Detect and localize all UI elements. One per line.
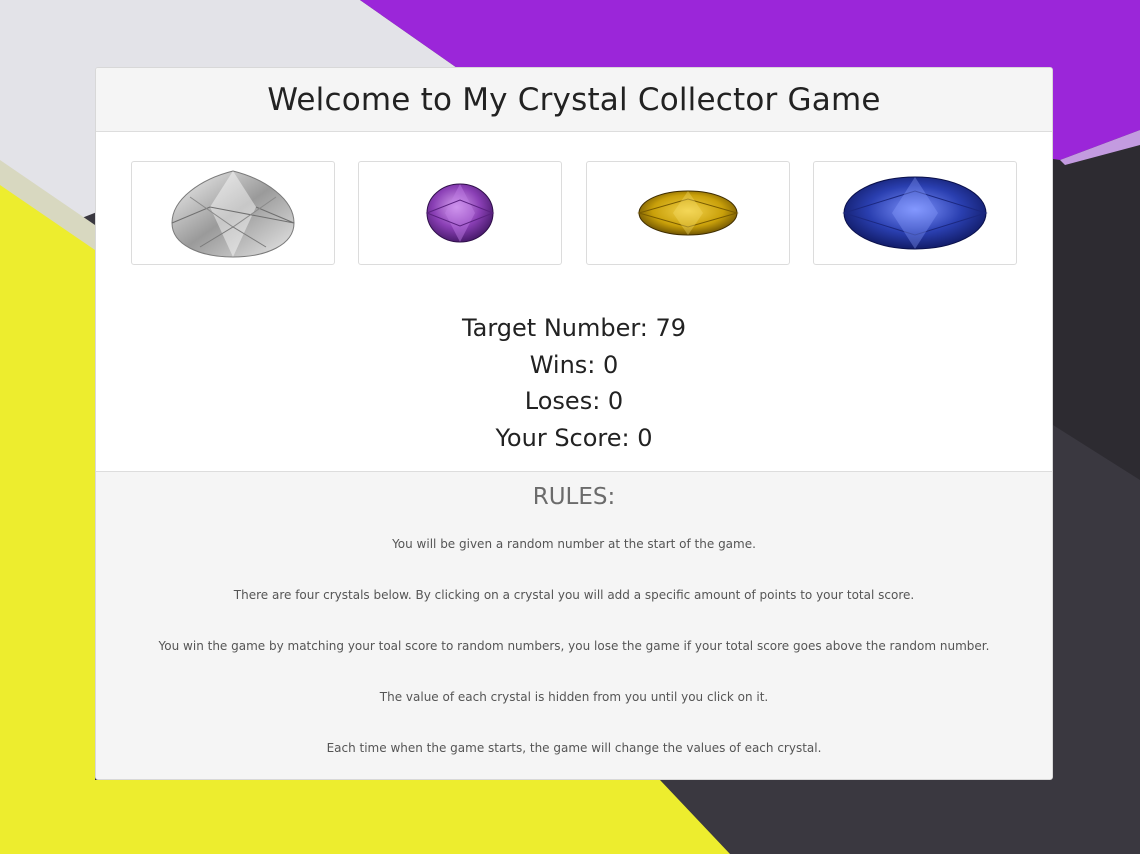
page-title: Welcome to My Crystal Collector Game: [267, 81, 881, 118]
panel-header: Welcome to My Crystal Collector Game: [96, 68, 1052, 132]
crystal-amethyst-button[interactable]: [358, 161, 563, 265]
crystal-diamond-button[interactable]: [131, 161, 335, 265]
wins-count: Wins: 0: [529, 350, 619, 379]
rule-item: Each time when the game starts, the game…: [326, 741, 822, 755]
loses-count: Loses: 0: [524, 387, 624, 415]
citrine-crystal-icon: [636, 190, 739, 236]
rule-item: You will be given a random number at the…: [392, 537, 756, 551]
rule-item: The value of each crystal is hidden from…: [379, 690, 769, 704]
rule-item: You win the game by matching your toal s…: [158, 639, 990, 653]
crystal-sapphire-button[interactable]: [812, 161, 1017, 265]
crystal-row: [96, 132, 1052, 265]
game-panel: Welcome to My Crystal Collector Game Tar…: [95, 67, 1053, 780]
diamond-crystal-icon: [171, 170, 295, 258]
rule-item: There are four crystals below. By clicki…: [233, 588, 915, 602]
target-number: Target Number: 79: [461, 314, 687, 342]
your-score: Your Score: 0: [495, 423, 653, 452]
rules-section: RULES: You will be given a random number…: [96, 471, 1052, 779]
crystal-citrine-button[interactable]: [585, 161, 790, 265]
score-board: Target Number: 79 Wins: 0 Loses: 0 Your …: [96, 310, 1052, 456]
amethyst-crystal-icon: [425, 183, 495, 243]
sapphire-crystal-icon: [842, 176, 988, 250]
rules-title: RULES:: [532, 484, 616, 510]
